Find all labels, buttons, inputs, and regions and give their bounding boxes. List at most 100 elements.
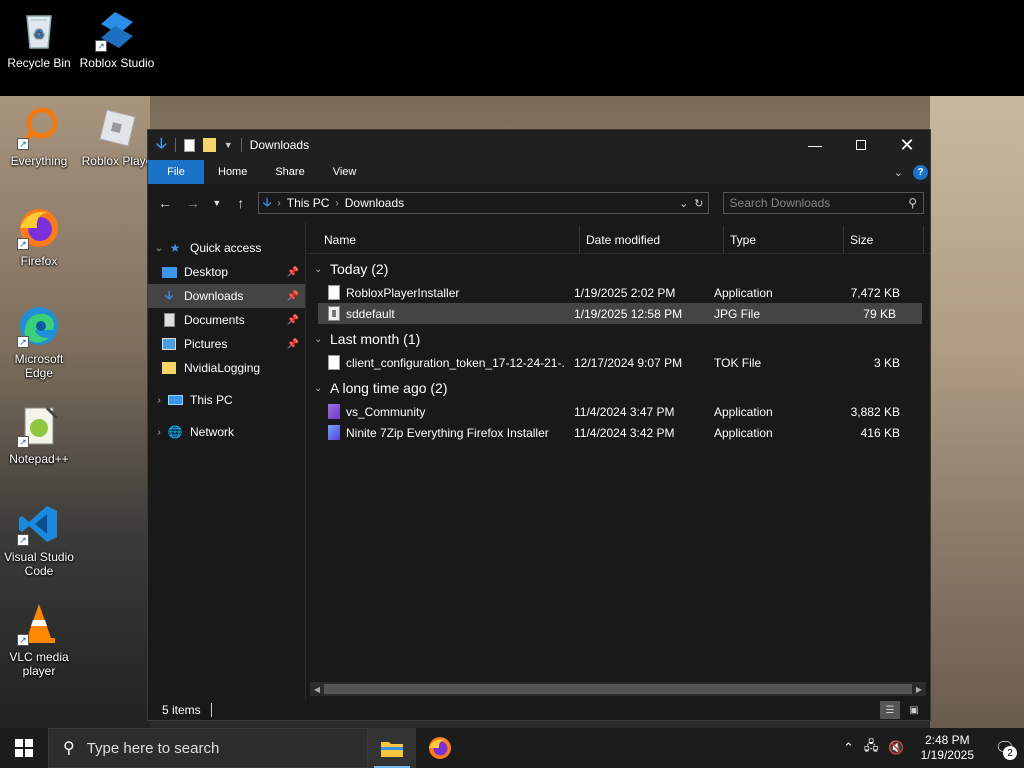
nav-network[interactable]: › 🌐 Network bbox=[148, 420, 305, 444]
horizontal-scrollbar[interactable]: ◀ ▶ bbox=[310, 682, 926, 696]
search-box[interactable]: Search Downloads ⚲ bbox=[722, 192, 924, 214]
action-center-button[interactable]: 🗨 2 bbox=[990, 728, 1020, 768]
nav-downloads[interactable]: 🡣 Downloads 📌 bbox=[148, 284, 305, 308]
file-date: 1/19/2025 2:02 PM bbox=[574, 285, 676, 300]
collapse-chevron-icon[interactable]: ⌄ bbox=[314, 264, 330, 275]
notepadpp-icon: ↗ bbox=[17, 404, 61, 448]
group-header-long-ago[interactable]: ⌄ A long time ago (2) bbox=[306, 375, 930, 401]
volume-muted-icon[interactable]: 🔇 bbox=[888, 740, 904, 756]
shortcut-arrow-icon: ↗ bbox=[95, 40, 107, 52]
group-label: Today (2) bbox=[330, 261, 389, 277]
nav-label: NvidiaLogging bbox=[184, 361, 261, 375]
item-count: 5 items bbox=[162, 703, 201, 717]
desktop-icon-everything[interactable]: ↗ Everything bbox=[0, 106, 78, 168]
column-type[interactable]: Type bbox=[724, 226, 844, 253]
recent-locations-button[interactable]: ▼ bbox=[210, 192, 224, 214]
collapse-chevron-icon[interactable]: ⌄ bbox=[314, 334, 330, 345]
group-label: Last month (1) bbox=[330, 331, 421, 347]
close-button[interactable]: ✕ bbox=[884, 130, 930, 160]
desktop-icon-edge[interactable]: ↗ Microsoft Edge bbox=[0, 304, 78, 380]
star-icon: ★ bbox=[169, 241, 181, 255]
tab-view[interactable]: View bbox=[319, 160, 371, 184]
taskbar-firefox[interactable] bbox=[416, 728, 464, 768]
network-icon: 🌐 bbox=[167, 425, 183, 439]
title-bar[interactable]: 🡣 ▼ Downloads — ✕ bbox=[148, 130, 930, 160]
address-history-chevron-icon[interactable]: ⌄ bbox=[679, 197, 688, 210]
address-bar[interactable]: 🡣 › This PC › Downloads ⌄ ↻ bbox=[257, 192, 709, 214]
column-date-modified[interactable]: Date modified bbox=[580, 226, 724, 253]
file-row[interactable]: vs_Community 11/4/2024 3:47 PM Applicati… bbox=[306, 401, 930, 422]
nav-desktop[interactable]: Desktop 📌 bbox=[148, 260, 305, 284]
recycle-bin-icon: ♻ bbox=[17, 8, 61, 52]
scrollbar-thumb[interactable] bbox=[324, 684, 912, 694]
file-row[interactable]: Ninite 7Zip Everything Firefox Installer… bbox=[306, 422, 930, 443]
maximize-button[interactable] bbox=[838, 130, 884, 160]
close-icon: ✕ bbox=[899, 134, 915, 155]
expand-chevron-icon[interactable]: › bbox=[152, 395, 166, 406]
nav-nvidialogging[interactable]: NvidiaLogging bbox=[148, 356, 305, 380]
file-row-selected[interactable]: sddefault 1/19/2025 12:58 PM JPG File 79… bbox=[318, 303, 922, 324]
scroll-left-icon[interactable]: ◀ bbox=[310, 685, 324, 694]
nav-label: Network bbox=[190, 425, 235, 439]
tab-file[interactable]: File bbox=[148, 160, 204, 184]
help-icon[interactable]: ? bbox=[913, 164, 928, 180]
svg-text:♻: ♻ bbox=[34, 27, 45, 41]
group-header-today[interactable]: ⌄ Today (2) bbox=[306, 256, 930, 282]
desktop-icon-roblox-studio[interactable]: ↗ Roblox Studio bbox=[78, 8, 156, 70]
collapse-chevron-icon[interactable]: ⌄ bbox=[314, 383, 330, 394]
desktop-icon-recycle-bin[interactable]: ♻ Recycle Bin bbox=[0, 8, 78, 70]
clock[interactable]: 2:48 PM 1/19/2025 bbox=[915, 733, 980, 763]
column-name[interactable]: Name bbox=[306, 226, 580, 253]
ribbon-tabs: File Home Share View ⌄ ? bbox=[148, 160, 930, 184]
desktop-icon-label: Visual Studio Code bbox=[4, 550, 74, 578]
desktop-icon-vlc[interactable]: ↗ VLC media player bbox=[0, 602, 78, 678]
taskbar-search-box[interactable]: ⚲ Type here to search bbox=[48, 728, 368, 768]
nav-quick-access[interactable]: ⌄ ★ Quick access bbox=[148, 236, 305, 260]
nav-pictures[interactable]: Pictures 📌 bbox=[148, 332, 305, 356]
tab-home[interactable]: Home bbox=[204, 160, 261, 184]
file-row[interactable]: client_configuration_token_17-12-24-21-.… bbox=[306, 352, 930, 373]
desktop-folder-icon bbox=[160, 264, 178, 280]
expand-chevron-icon[interactable]: › bbox=[152, 427, 166, 438]
back-button[interactable]: ← bbox=[154, 192, 176, 214]
visual-studio-icon bbox=[328, 404, 340, 419]
group-header-last-month[interactable]: ⌄ Last month (1) bbox=[306, 326, 930, 352]
expand-ribbon-chevron-icon[interactable]: ⌄ bbox=[894, 166, 903, 179]
file-row[interactable]: RobloxPlayerInstaller 1/19/2025 2:02 PM … bbox=[306, 282, 930, 303]
desktop-icon-vscode[interactable]: ↗ Visual Studio Code bbox=[0, 502, 78, 578]
expand-chevron-icon[interactable]: ⌄ bbox=[152, 243, 166, 254]
nav-this-pc[interactable]: › This PC bbox=[148, 388, 305, 412]
file-size: 3 KB bbox=[873, 355, 900, 370]
large-icons-view-button[interactable]: ▣ bbox=[904, 701, 924, 719]
details-view-button[interactable]: ☰ bbox=[880, 701, 900, 719]
quick-access-toolbar: 🡣 ▼ bbox=[156, 133, 242, 158]
pin-icon: 📌 bbox=[286, 266, 299, 278]
status-bar: 5 items ☰ ▣ bbox=[148, 700, 930, 720]
network-status-icon[interactable]: 🖧 bbox=[864, 737, 879, 759]
desktop-icon-roblox-player[interactable]: Roblox Playe bbox=[78, 106, 156, 168]
breadcrumb-downloads[interactable]: Downloads bbox=[345, 196, 404, 210]
forward-button[interactable]: → bbox=[182, 192, 204, 214]
breadcrumb-this-pc[interactable]: This PC bbox=[287, 196, 330, 210]
customize-toolbar-chevron-icon[interactable]: ▼ bbox=[224, 140, 233, 150]
column-size[interactable]: Size bbox=[844, 226, 924, 253]
pin-icon: 📌 bbox=[286, 290, 299, 302]
nav-documents[interactable]: Documents 📌 bbox=[148, 308, 305, 332]
start-button[interactable] bbox=[0, 728, 48, 768]
desktop-icon-firefox[interactable]: ↗ Firefox bbox=[0, 206, 78, 268]
scroll-right-icon[interactable]: ▶ bbox=[912, 685, 926, 694]
column-headers: Name Date modified Type Size bbox=[306, 222, 930, 254]
taskbar-file-explorer[interactable] bbox=[368, 728, 416, 768]
tab-share[interactable]: Share bbox=[261, 160, 318, 184]
desktop-icon-label: VLC media player bbox=[9, 650, 69, 678]
up-button[interactable]: ↑ bbox=[230, 192, 252, 214]
show-hidden-icons-chevron-icon[interactable]: ⌃ bbox=[843, 740, 854, 756]
toolbar-separator bbox=[174, 138, 176, 152]
refresh-icon[interactable]: ↻ bbox=[694, 197, 703, 210]
shortcut-arrow-icon: ↗ bbox=[17, 634, 29, 646]
desktop-icon-notepadpp[interactable]: ↗ Notepad++ bbox=[0, 404, 78, 466]
minimize-button[interactable]: — bbox=[792, 130, 838, 160]
new-folder-icon[interactable] bbox=[202, 138, 216, 152]
properties-icon[interactable] bbox=[183, 138, 195, 152]
maximize-icon bbox=[856, 140, 866, 150]
